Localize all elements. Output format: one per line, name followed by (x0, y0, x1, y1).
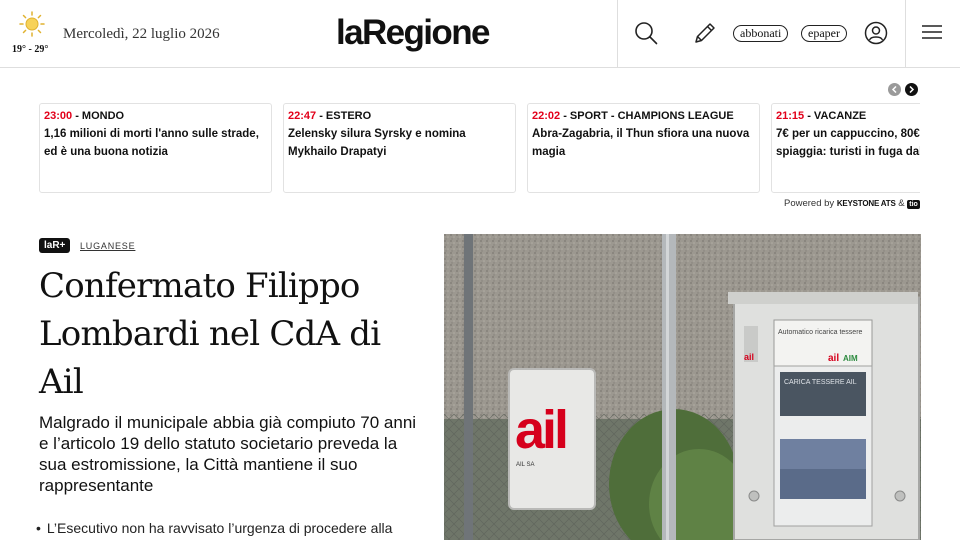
card-time: 22:02 (532, 110, 561, 122)
kiosk-label: Automatico ricarica tessere (778, 329, 863, 336)
card-title[interactable]: 7€ per un cappuccino, 80€ per la spiaggi… (776, 125, 920, 161)
search-button[interactable] (634, 21, 658, 50)
card-category: SPORT - CHAMPIONS LEAGUE (569, 110, 734, 122)
current-date: Mercoledì, 22 luglio 2026 (63, 26, 220, 42)
card-meta: 22:02 - SPORT - CHAMPIONS LEAGUE (532, 110, 734, 122)
search-icon (635, 22, 658, 45)
header-divider (617, 0, 618, 67)
ticker-card[interactable]: 22:47 - ESTERO Zelensky silura Syrsky e … (283, 103, 516, 193)
card-time: 22:47 (288, 110, 317, 122)
chevron-left-icon (891, 86, 897, 93)
ticker-next-button[interactable] (905, 83, 918, 96)
write-button[interactable] (693, 21, 717, 50)
menu-button[interactable] (922, 24, 942, 45)
article-headline[interactable]: Confermato Filippo Lombardi nel CdA di A… (39, 262, 429, 406)
site-logo[interactable]: laRegione (336, 13, 490, 53)
ticker-card[interactable]: 21:15 - VACANZE 7€ per un cappuccino, 80… (771, 103, 920, 193)
card-category: ESTERO (325, 110, 372, 122)
pencil-icon (695, 23, 715, 43)
epaper-button[interactable]: epaper (801, 25, 847, 42)
kiosk-side-logo: ail (744, 352, 754, 362)
news-ticker: 23:00 - MONDO 1,16 milioni di morti l'an… (39, 103, 920, 193)
user-icon (864, 21, 888, 45)
weather-widget[interactable] (12, 10, 52, 38)
bullet-dot: • (36, 520, 41, 536)
chevron-right-icon (909, 86, 915, 93)
sign-logo: ail (515, 400, 566, 460)
powered-by-label: Powered by (784, 198, 835, 209)
powered-by: Powered by KEYSTONE ATS & tio (784, 198, 920, 209)
site-header: 19° - 29° Mercoledì, 22 luglio 2026 laRe… (0, 0, 960, 68)
photo-illustration: ail AIL SA Automatico ricarica tessere a… (444, 234, 921, 540)
account-button[interactable] (864, 21, 888, 50)
tio-logo[interactable]: tio (907, 200, 920, 209)
header-divider (905, 0, 906, 67)
ampersand: & (898, 198, 905, 209)
kiosk-brand-two: AIM (843, 354, 858, 363)
premium-badge: laR+ (39, 238, 71, 253)
ticker-prev-button[interactable] (888, 83, 901, 96)
card-meta: 21:15 - VACANZE (776, 110, 867, 122)
card-meta: 23:00 - MONDO (44, 110, 125, 122)
hamburger-menu-icon (922, 25, 942, 39)
subscribe-button[interactable]: abbonati (733, 25, 789, 42)
card-time: 21:15 (776, 110, 805, 122)
kiosk-sub: CARICA TESSERE AIL (784, 379, 857, 386)
section-link[interactable]: LUGANESE (80, 241, 135, 251)
article-lead: Malgrado il municipale abbia già compiut… (39, 413, 417, 495)
sign-caption: AIL SA (516, 462, 534, 468)
kiosk-brand: ail (828, 353, 839, 364)
ticker-card[interactable]: 22:02 - SPORT - CHAMPIONS LEAGUE Abra-Za… (527, 103, 760, 193)
temperature: 19° - 29° (12, 44, 49, 55)
card-category: VACANZE (813, 110, 867, 122)
article-photo[interactable]: ail AIL SA Automatico ricarica tessere a… (444, 234, 921, 540)
card-title[interactable]: 1,16 milioni di morti l'anno sulle strad… (44, 125, 267, 161)
card-meta: 22:47 - ESTERO (288, 110, 372, 122)
bullet-text: L’Esecutivo non ha ravvisato l’urgenza d… (46, 520, 393, 536)
card-time: 23:00 (44, 110, 73, 122)
keystone-ats-logo[interactable]: KEYSTONE ATS (837, 199, 896, 208)
sun-icon (19, 11, 45, 37)
card-title[interactable]: Zelensky silura Syrsky e nomina Mykhailo… (288, 125, 511, 161)
card-title[interactable]: Abra-Zagabria, il Thun sfiora una nuova … (532, 125, 755, 161)
article-bullet: • L’Esecutivo non ha ravvisato l’urgenza … (36, 520, 426, 536)
card-category: MONDO (81, 110, 125, 122)
ticker-card[interactable]: 23:00 - MONDO 1,16 milioni di morti l'an… (39, 103, 272, 193)
